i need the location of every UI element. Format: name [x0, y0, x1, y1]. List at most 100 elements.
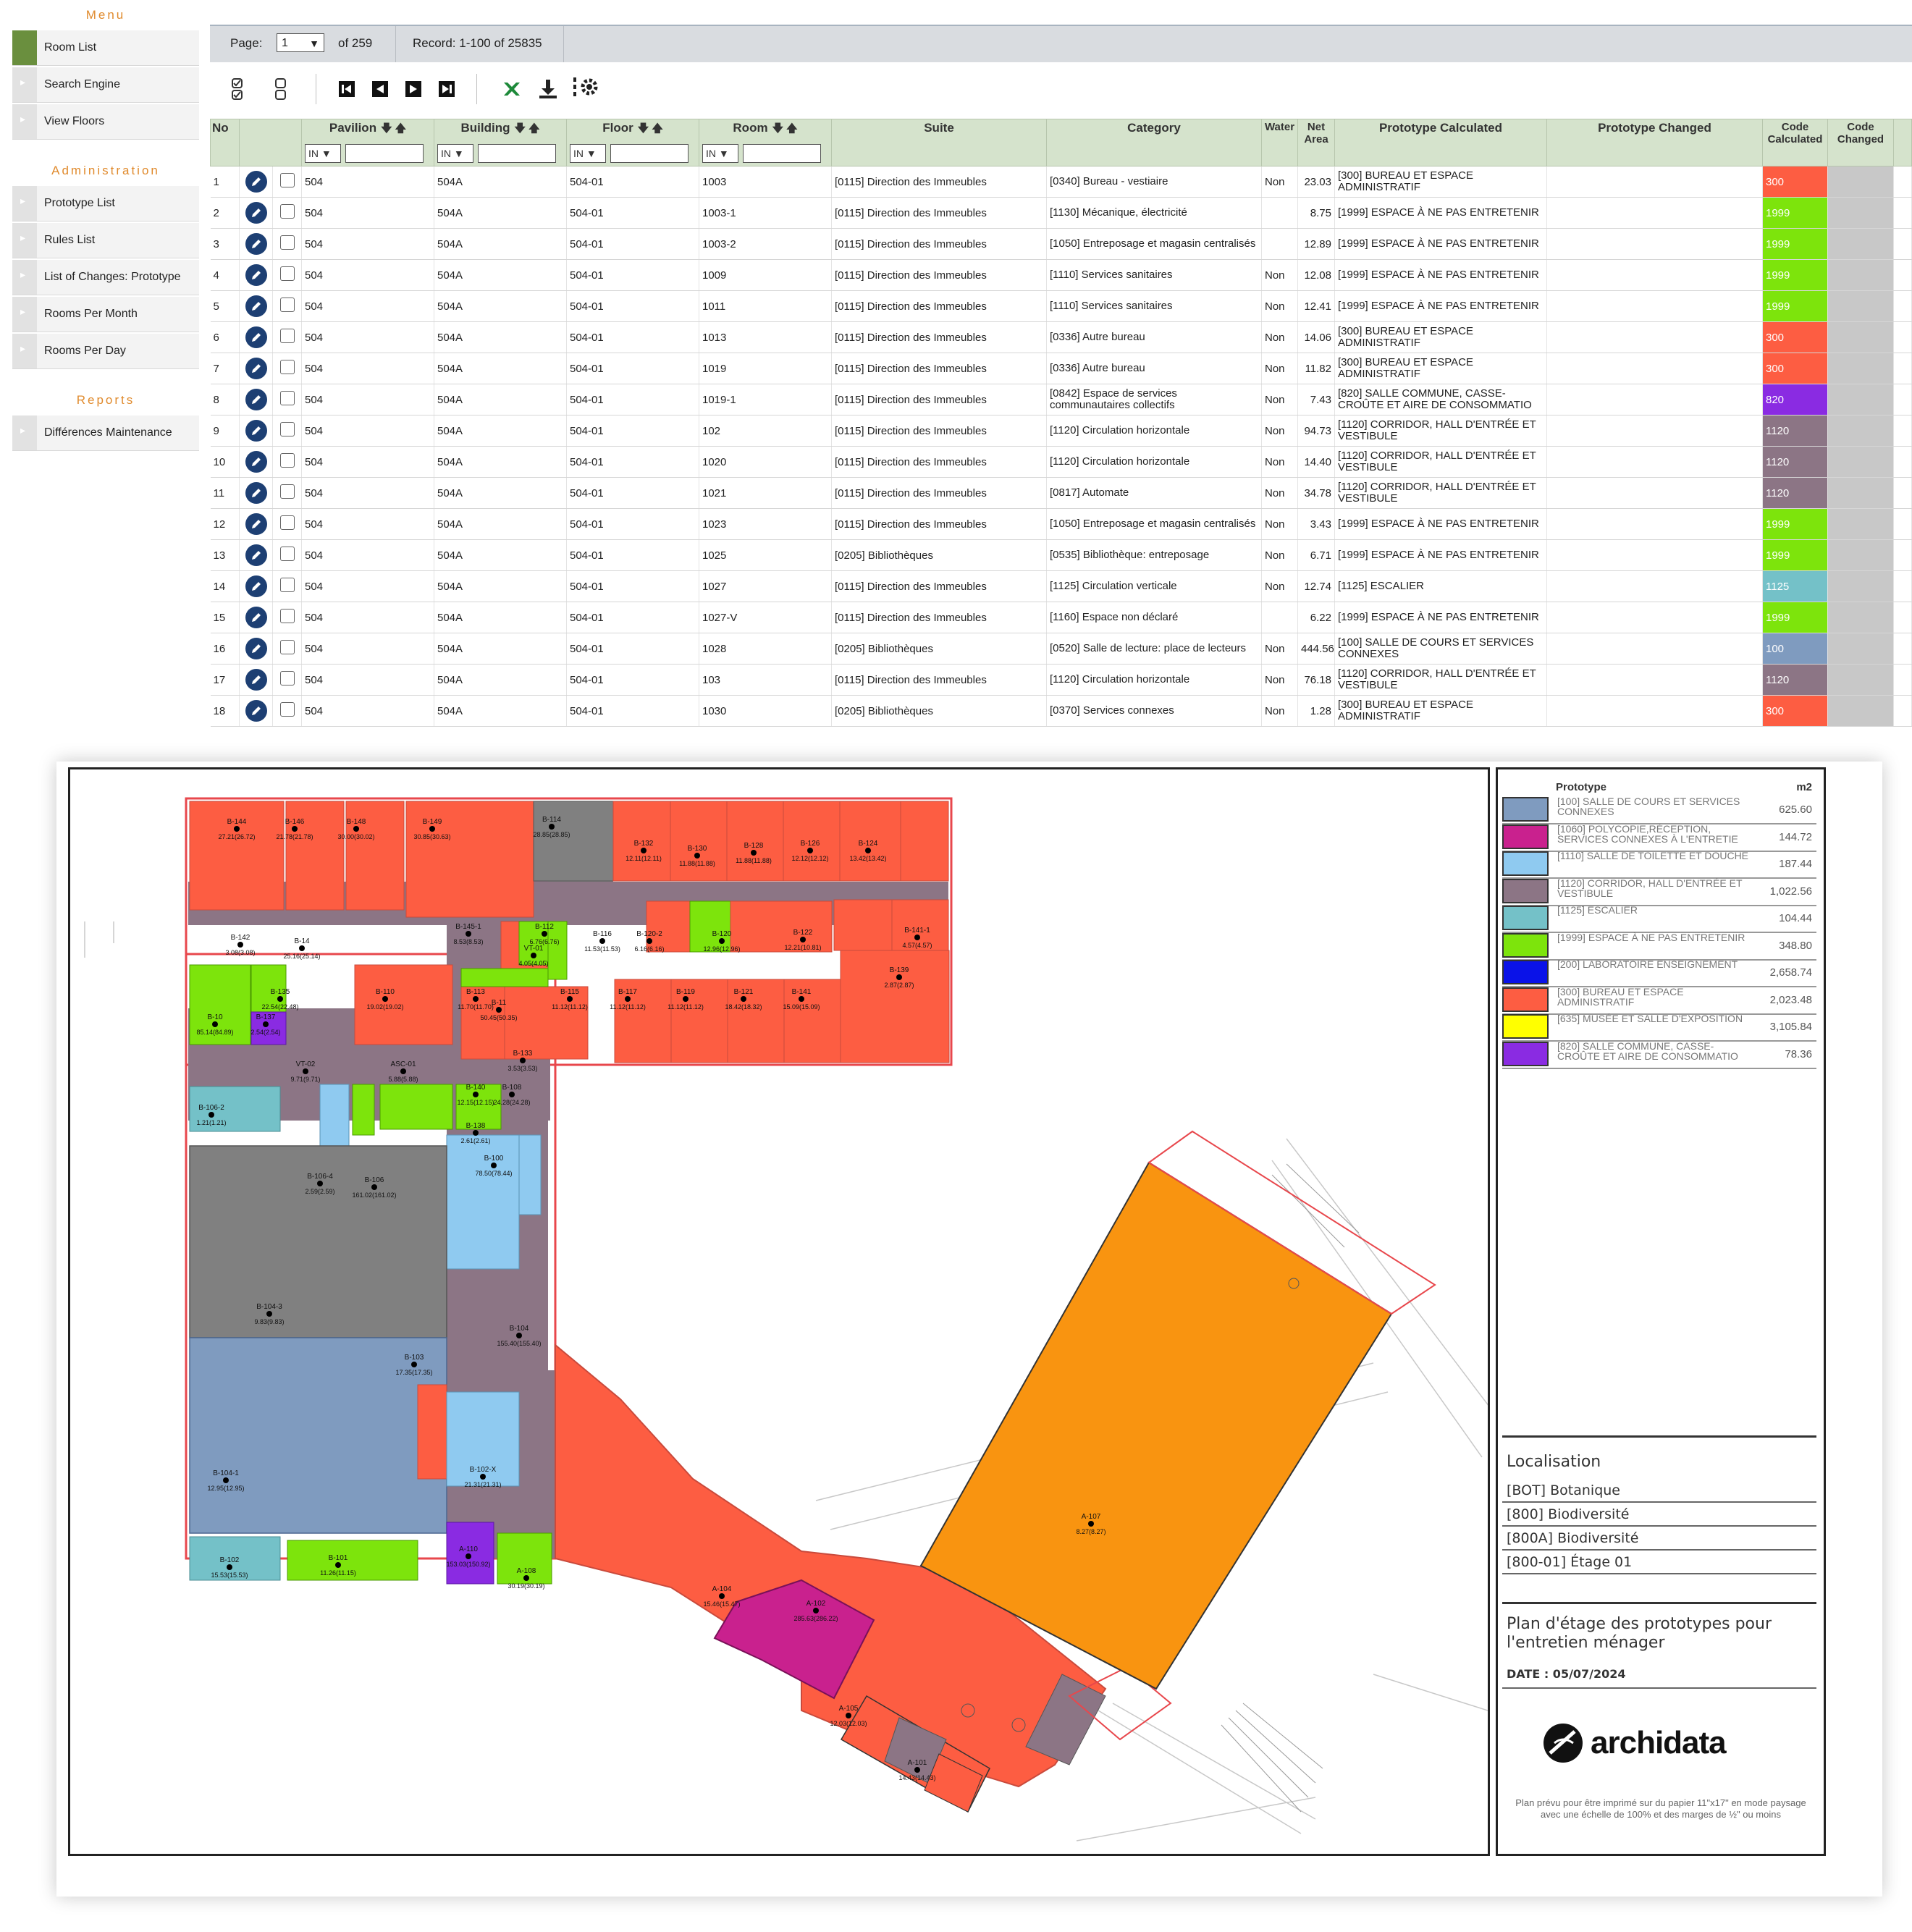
row-checkbox-cell[interactable] — [272, 321, 302, 353]
row-checkbox[interactable] — [279, 515, 295, 530]
cell-code-changed[interactable] — [1827, 259, 1894, 291]
download-icon[interactable] — [537, 77, 559, 101]
pencil-icon[interactable] — [245, 451, 267, 473]
cell-code-changed[interactable] — [1827, 290, 1894, 322]
cell-code-changed[interactable] — [1827, 633, 1894, 665]
col-code-calculated[interactable]: Code Calculated — [1762, 119, 1828, 166]
table-row[interactable]: 4 504 504A 504-01 1009 [0115] Direction des I… — [210, 259, 1912, 291]
pencil-icon[interactable] — [245, 358, 267, 379]
cell-prototype-changed[interactable] — [1546, 695, 1763, 727]
room-filter-operator[interactable]: IN ▼ — [702, 144, 738, 163]
sort-arrows-icon[interactable]: 🡇 🡅 — [514, 122, 539, 135]
table-row[interactable]: 3 504 504A 504-01 1003-2 [0115] Direction des… — [210, 228, 1912, 260]
pencil-icon[interactable] — [245, 202, 267, 224]
pencil-icon[interactable] — [245, 638, 267, 659]
table-row[interactable]: 10 504 504A 504-01 1020 [0115] Direction des … — [210, 446, 1912, 478]
col-pavilion[interactable]: Pavilion 🡇 🡅 IN ▼ — [301, 119, 434, 166]
menu-item-view-floors[interactable]: View Floors — [12, 104, 199, 140]
pencil-icon[interactable] — [245, 264, 267, 286]
excel-export-icon[interactable] — [501, 77, 523, 101]
cell-prototype-changed[interactable] — [1546, 508, 1763, 540]
cell-prototype-changed[interactable] — [1546, 166, 1763, 198]
row-checkbox[interactable] — [279, 671, 295, 686]
next-page-icon[interactable] — [404, 77, 423, 101]
edit-button[interactable] — [239, 259, 273, 291]
cell-code-changed[interactable] — [1827, 508, 1894, 540]
last-page-icon[interactable] — [437, 77, 456, 101]
menu-item-rooms-per-month[interactable]: Rooms Per Month — [12, 297, 199, 332]
row-checkbox-cell[interactable] — [272, 570, 302, 602]
edit-button[interactable] — [239, 446, 273, 478]
row-checkbox-cell[interactable] — [272, 633, 302, 665]
row-checkbox-cell[interactable] — [272, 290, 302, 322]
table-row[interactable]: 14 504 504A 504-01 1027 [0115] Direction des … — [210, 570, 1912, 602]
edit-button[interactable] — [239, 508, 273, 540]
cell-prototype-changed[interactable] — [1546, 197, 1763, 229]
cell-prototype-changed[interactable] — [1546, 633, 1763, 665]
table-row[interactable]: 11 504 504A 504-01 1021 [0115] Direction des … — [210, 477, 1912, 509]
edit-button[interactable] — [239, 477, 273, 509]
row-checkbox-cell[interactable] — [272, 197, 302, 229]
cell-code-changed[interactable] — [1827, 353, 1894, 384]
col-code-changed[interactable]: Code Changed — [1827, 119, 1894, 166]
first-page-icon[interactable] — [337, 77, 356, 101]
edit-button[interactable] — [239, 384, 273, 415]
edit-button[interactable] — [239, 353, 273, 384]
prev-page-icon[interactable] — [371, 77, 389, 101]
row-checkbox[interactable] — [279, 266, 295, 281]
cell-code-changed[interactable] — [1827, 570, 1894, 602]
cell-code-changed[interactable] — [1827, 384, 1894, 415]
menu-item-list-of-changes[interactable]: List of Changes: Prototype — [12, 260, 199, 295]
cell-code-changed[interactable] — [1827, 197, 1894, 229]
cell-code-changed[interactable] — [1827, 664, 1894, 696]
building-filter-operator[interactable]: IN ▼ — [437, 144, 473, 163]
room-label[interactable]: B-14 25.16(25.14) — [283, 937, 320, 960]
pencil-icon[interactable] — [245, 513, 267, 535]
cell-code-changed[interactable] — [1827, 446, 1894, 478]
menu-item-differences-maintenance[interactable]: Différences Maintenance — [12, 415, 199, 451]
row-checkbox-cell[interactable] — [272, 353, 302, 384]
cell-prototype-changed[interactable] — [1546, 321, 1763, 353]
table-row[interactable]: 12 504 504A 504-01 1023 [0115] Direction des … — [210, 508, 1912, 540]
cell-prototype-changed[interactable] — [1546, 353, 1763, 384]
pencil-icon[interactable] — [245, 420, 267, 442]
table-row[interactable]: 9 504 504A 504-01 102 [0115] Direction des Im… — [210, 415, 1912, 447]
cell-prototype-changed[interactable] — [1546, 290, 1763, 322]
uncheck-all-icon[interactable] — [272, 77, 290, 101]
cell-code-changed[interactable] — [1827, 321, 1894, 353]
row-checkbox-cell[interactable] — [272, 228, 302, 260]
room-label[interactable]: B-142 3.08(3.08) — [225, 934, 255, 956]
row-checkbox-cell[interactable] — [272, 446, 302, 478]
cell-code-changed[interactable] — [1827, 477, 1894, 509]
cell-prototype-changed[interactable] — [1546, 539, 1763, 571]
cell-code-changed[interactable] — [1827, 228, 1894, 260]
table-row[interactable]: 6 504 504A 504-01 1013 [0115] Direction des I… — [210, 321, 1912, 353]
col-net-area[interactable]: Net Area — [1297, 119, 1335, 166]
menu-item-search-engine[interactable]: Search Engine — [12, 67, 199, 103]
table-row[interactable]: 18 504 504A 504-01 1030 [0205] Bibliothèques[… — [210, 695, 1912, 727]
pencil-icon[interactable] — [245, 171, 267, 193]
row-checkbox-cell[interactable] — [272, 602, 302, 633]
cell-code-changed[interactable] — [1827, 695, 1894, 727]
table-row[interactable]: 16 504 504A 504-01 1028 [0205] Bibliothèques[… — [210, 633, 1912, 665]
pencil-icon[interactable] — [245, 607, 267, 628]
table-row[interactable]: 15 504 504A 504-01 1027-V [0115] Direction de… — [210, 602, 1912, 633]
building-filter-input[interactable] — [478, 144, 556, 163]
row-checkbox[interactable] — [279, 578, 295, 592]
menu-item-rooms-per-day[interactable]: Rooms Per Day — [12, 334, 199, 369]
row-checkbox-cell[interactable] — [272, 539, 302, 571]
col-floor[interactable]: Floor 🡇 🡅 IN ▼ — [566, 119, 699, 166]
row-checkbox[interactable] — [279, 204, 295, 219]
column-settings-icon[interactable] — [572, 77, 601, 101]
row-checkbox[interactable] — [279, 391, 295, 405]
cell-code-changed[interactable] — [1827, 166, 1894, 198]
pavilion-filter-operator[interactable]: IN ▼ — [305, 144, 341, 163]
row-checkbox-cell[interactable] — [272, 415, 302, 447]
col-prototype-changed[interactable]: Prototype Changed — [1546, 119, 1763, 166]
row-checkbox-cell[interactable] — [272, 508, 302, 540]
col-building[interactable]: Building 🡇 🡅 IN ▼ — [434, 119, 567, 166]
cell-prototype-changed[interactable] — [1546, 446, 1763, 478]
sort-arrows-icon[interactable]: 🡇 🡅 — [772, 122, 798, 135]
row-checkbox[interactable] — [279, 173, 295, 187]
pencil-icon[interactable] — [245, 295, 267, 317]
